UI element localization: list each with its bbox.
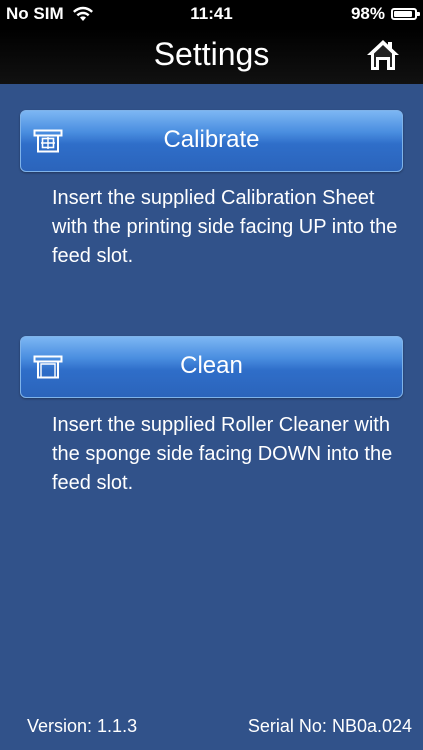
home-icon <box>367 40 399 70</box>
version-label: Version: 1.1.3 <box>27 716 138 736</box>
clean-label: Clean <box>180 352 243 379</box>
calibrate-button[interactable]: Calibrate <box>20 110 403 172</box>
status-right: 98% <box>350 4 420 24</box>
clean-button[interactable]: Clean <box>20 336 403 398</box>
calibrate-label: Calibrate <box>163 126 260 153</box>
page-title: Settings <box>153 36 270 72</box>
home-button[interactable] <box>365 38 401 72</box>
footer: Version: 1.1.3 Serial No: NB0a.024 <box>0 716 423 740</box>
battery-nub <box>417 12 420 16</box>
clean-instruction: Insert the supplied Roller Cleaner with … <box>52 414 393 494</box>
calibrate-instruction: Insert the supplied Calibration Sheet wi… <box>52 187 398 267</box>
battery-icon <box>391 8 420 20</box>
nav-bar: Settings <box>0 28 423 84</box>
status-bar: No SIM 11:41 98% <box>0 0 423 28</box>
battery-fill <box>394 11 412 17</box>
serial-number: Serial No: NB0a.024 <box>247 716 412 736</box>
battery-percent: 98% <box>350 4 385 23</box>
